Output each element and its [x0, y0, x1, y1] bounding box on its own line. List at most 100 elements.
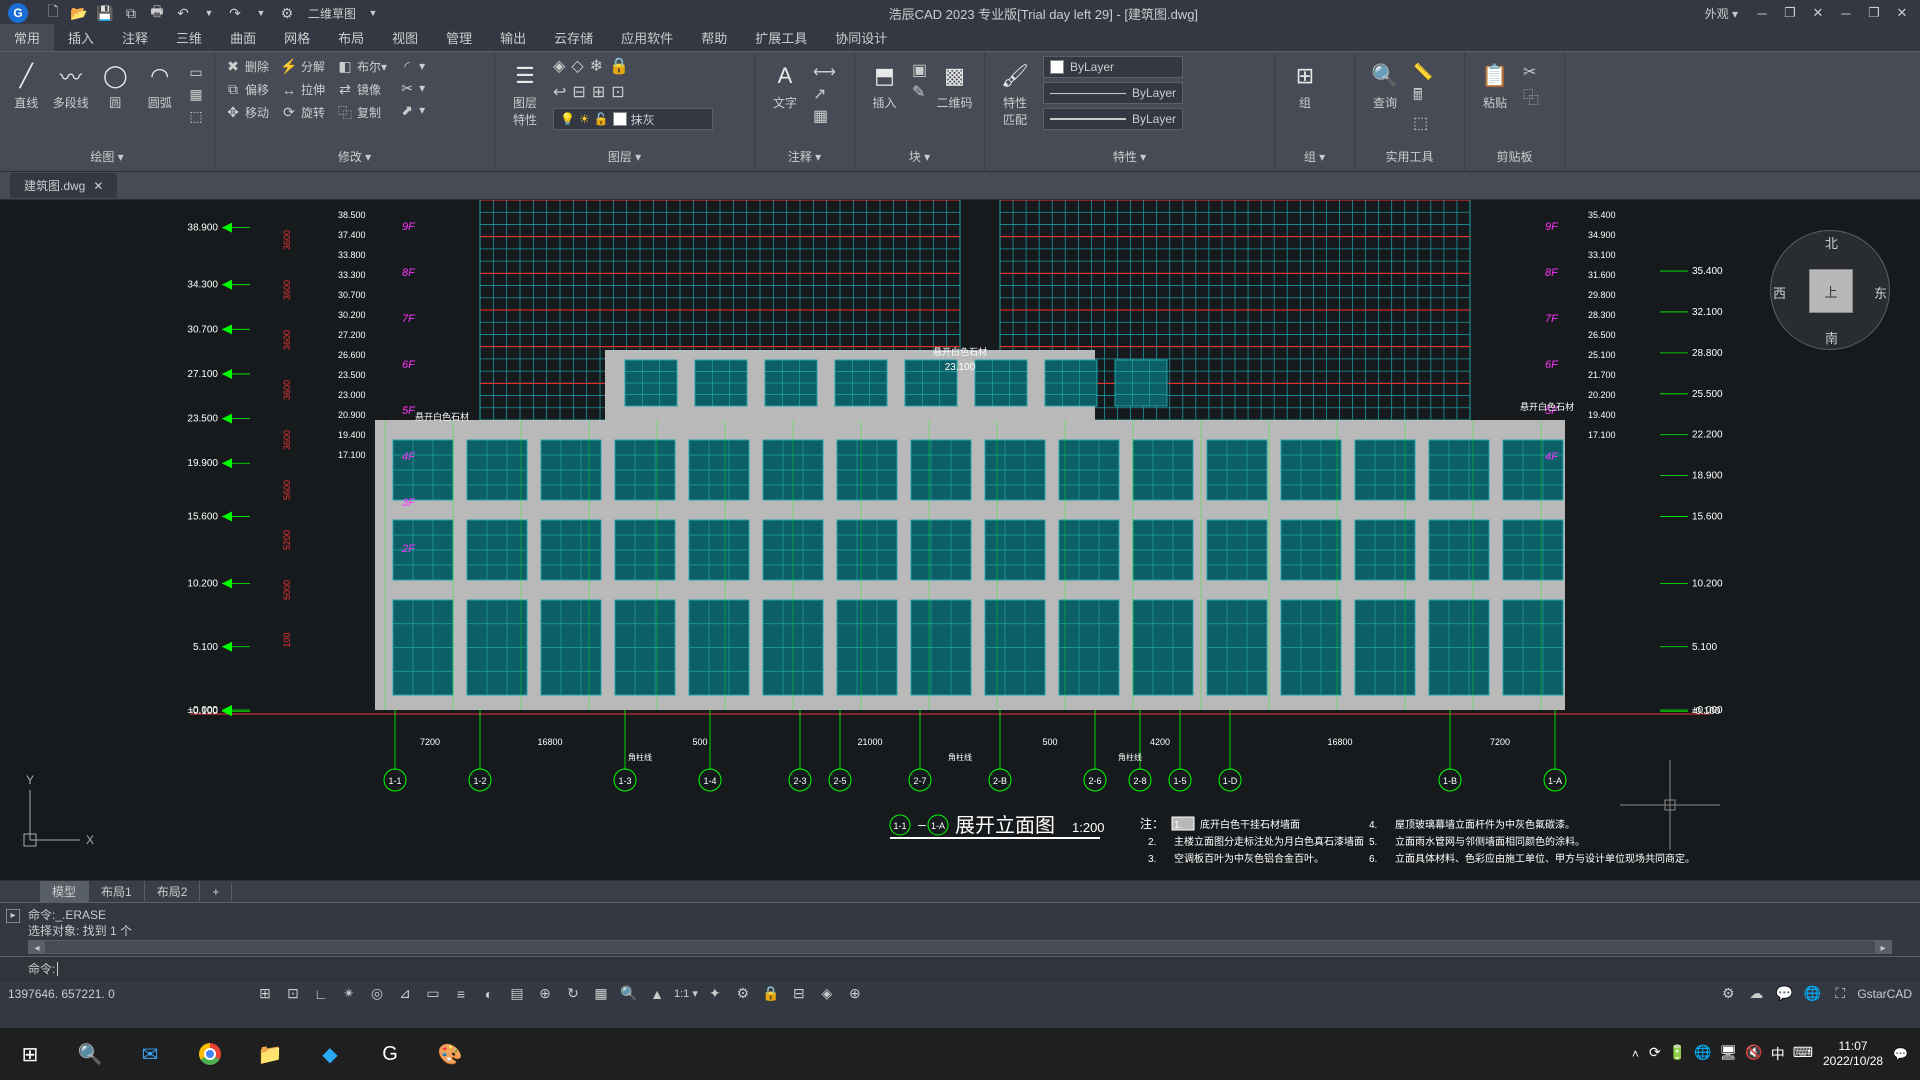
delete-button[interactable]: ✖删除: [221, 56, 273, 77]
qat-saveall-icon[interactable]: ⧉: [122, 4, 140, 22]
tab-8[interactable]: 管理: [432, 24, 486, 51]
tab-2[interactable]: 注释: [108, 24, 162, 51]
group-props-label[interactable]: 特性 ▾: [991, 146, 1268, 167]
tab-10[interactable]: 云存储: [540, 24, 607, 51]
mdi-minimize-icon[interactable]: ─: [1750, 3, 1774, 23]
qr-button[interactable]: ▩二维码: [931, 56, 978, 115]
iso-icon[interactable]: ◈: [816, 984, 838, 1004]
qat-undo-drop[interactable]: ▼: [200, 4, 218, 22]
cmd-scrollbar[interactable]: ◂▸: [28, 940, 1892, 954]
mdi-restore-icon[interactable]: ❐: [1778, 3, 1802, 23]
tab-6[interactable]: 布局: [324, 24, 378, 51]
table-icon[interactable]: ▦: [813, 106, 836, 126]
gear-icon[interactable]: ⚙: [1717, 984, 1739, 1004]
search-button[interactable]: 🔍查询: [1361, 56, 1409, 115]
explorer-icon[interactable]: 📁: [240, 1028, 300, 1080]
line-button[interactable]: ╱直线: [6, 56, 47, 115]
tray-ime-icon[interactable]: 中: [1771, 1044, 1785, 1064]
doc-tab[interactable]: 建筑图.dwg ✕: [10, 173, 117, 198]
layer-state-icon[interactable]: ⊡: [611, 82, 624, 102]
osnap-icon[interactable]: ◎: [366, 984, 388, 1004]
cmd-toggle-icon[interactable]: ▸: [6, 909, 20, 923]
tray-network-icon[interactable]: 🌐: [1694, 1044, 1711, 1064]
viewcube-n[interactable]: 北: [1825, 233, 1838, 252]
group-draw-label[interactable]: 绘图 ▾: [6, 146, 208, 167]
doc-tab-close-icon[interactable]: ✕: [93, 179, 103, 193]
model-icon[interactable]: ▦: [590, 984, 612, 1004]
text-button[interactable]: A文字: [761, 56, 809, 115]
group-block-label[interactable]: 块 ▾: [861, 146, 978, 167]
hatch-button[interactable]: ▦: [184, 84, 208, 104]
tray-display-icon[interactable]: 🖥: [1720, 1044, 1738, 1064]
win-close-icon[interactable]: ✕: [1890, 3, 1914, 23]
tray-battery-icon[interactable]: 🔋: [1669, 1044, 1686, 1064]
tab-0[interactable]: 常用: [0, 24, 54, 51]
lw-icon[interactable]: ≡: [450, 984, 472, 1004]
model-tab[interactable]: 模型: [40, 881, 89, 902]
tray-chevron-icon[interactable]: ˄: [1632, 1047, 1639, 1061]
notif-icon[interactable]: 💬: [1773, 984, 1795, 1004]
viewcube-e[interactable]: 东: [1874, 283, 1887, 302]
globe-icon[interactable]: 🌐: [1801, 984, 1823, 1004]
trim-button[interactable]: ✂▾: [395, 78, 429, 98]
circle-button[interactable]: ◯圆: [95, 56, 136, 115]
cyc-icon[interactable]: ↻: [562, 984, 584, 1004]
layer-selector[interactable]: 💡 ☀ 🔓 抹灰: [553, 108, 713, 130]
layer-match-icon[interactable]: ⊟: [572, 82, 585, 102]
app-blue-icon[interactable]: ◆: [300, 1028, 360, 1080]
app-logo[interactable]: G: [0, 0, 36, 26]
tray-keyboard-icon[interactable]: ⌨: [1793, 1044, 1813, 1064]
polar-icon[interactable]: ✴: [338, 984, 360, 1004]
mail-icon[interactable]: ✉: [120, 1028, 180, 1080]
fillet-button[interactable]: ◜▾: [395, 56, 429, 76]
tab-9[interactable]: 输出: [486, 24, 540, 51]
dyn-icon[interactable]: ▭: [422, 984, 444, 1004]
mdi-close-icon[interactable]: ✕: [1806, 3, 1830, 23]
otrack-icon[interactable]: ⊿: [394, 984, 416, 1004]
leader-icon[interactable]: ↗: [813, 84, 836, 104]
linetype-selector[interactable]: ByLayer: [1043, 82, 1183, 104]
group-modify-label[interactable]: 修改 ▾: [221, 146, 488, 167]
grid-icon[interactable]: ⊞: [254, 984, 276, 1004]
gstarcad-taskbar-icon[interactable]: G: [360, 1028, 420, 1080]
tab-11[interactable]: 应用软件: [607, 24, 687, 51]
drawing-canvas[interactable]: 38.90034.30030.70027.10023.50019.90015.6…: [0, 200, 1920, 880]
viewcube[interactable]: 北 南 东 西 上: [1770, 230, 1890, 350]
tab-5[interactable]: 网格: [270, 24, 324, 51]
block-create-icon[interactable]: ▣: [912, 60, 927, 80]
qat-workspace-label[interactable]: 二维草图: [308, 5, 356, 22]
layer-walk-icon[interactable]: ⊞: [592, 82, 605, 102]
chrome-icon[interactable]: [180, 1028, 240, 1080]
tab-14[interactable]: 协同设计: [821, 24, 901, 51]
polyline-button[interactable]: 〰多段线: [51, 56, 92, 115]
tab-7[interactable]: 视图: [378, 24, 432, 51]
win-minimize-icon[interactable]: ─: [1834, 3, 1858, 23]
layer-off-icon[interactable]: ◇: [571, 56, 583, 76]
layout-add[interactable]: +: [200, 883, 232, 901]
qp-icon[interactable]: ▤: [506, 984, 528, 1004]
tab-4[interactable]: 曲面: [216, 24, 270, 51]
tab-1[interactable]: 插入: [54, 24, 108, 51]
cut-icon[interactable]: ✂: [1523, 62, 1539, 82]
select-icon[interactable]: ⬚: [1413, 113, 1433, 133]
layout1-tab[interactable]: 布局1: [89, 881, 145, 902]
tab-12[interactable]: 帮助: [687, 24, 741, 51]
arc-button[interactable]: ◠圆弧: [140, 56, 181, 115]
ann-icon[interactable]: 🔍: [618, 984, 640, 1004]
search-taskbar-icon[interactable]: 🔍: [60, 1028, 120, 1080]
layer-freeze-icon[interactable]: ❄: [590, 56, 603, 76]
group-group-label[interactable]: 组 ▾: [1281, 146, 1348, 167]
scale-button[interactable]: ⬈▾: [395, 100, 429, 120]
color-selector[interactable]: ByLayer: [1043, 56, 1183, 78]
qat-new-icon[interactable]: 🗋: [44, 4, 62, 22]
lock-ui-icon[interactable]: 🔒: [760, 984, 782, 1004]
layout2-tab[interactable]: 布局2: [145, 881, 201, 902]
layer-prev-icon[interactable]: ↩: [553, 82, 566, 102]
tray-sync-icon[interactable]: ⟳: [1649, 1044, 1661, 1064]
status-scale[interactable]: 1:1 ▾: [674, 987, 698, 1000]
tab-3[interactable]: 三维: [162, 24, 216, 51]
rotate-button[interactable]: ⟳旋转: [277, 102, 329, 123]
copy-button[interactable]: ⿻复制: [333, 102, 391, 123]
viewcube-w[interactable]: 西: [1773, 283, 1786, 302]
start-button[interactable]: ⊞: [0, 1028, 60, 1080]
